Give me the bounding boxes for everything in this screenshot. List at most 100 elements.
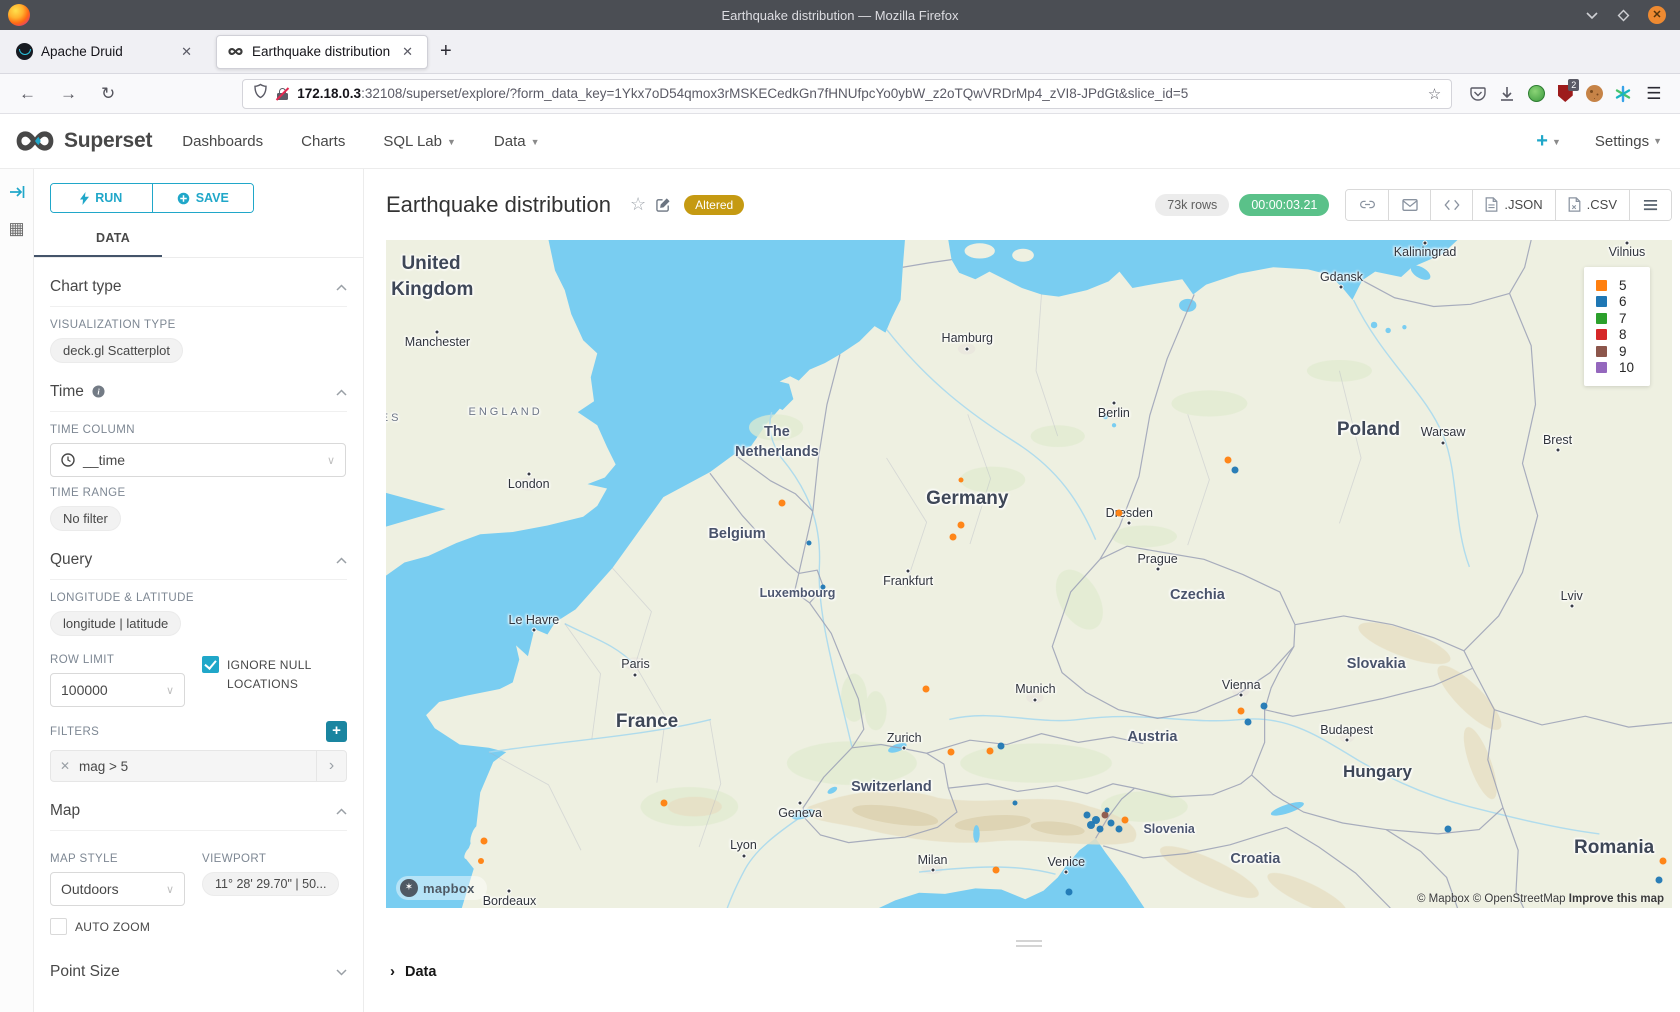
- lonlat-value[interactable]: longitude | latitude: [50, 611, 181, 636]
- viz-type-value[interactable]: deck.gl Scatterplot: [50, 338, 183, 363]
- reload-button[interactable]: ↻: [92, 84, 124, 104]
- expand-chevron-icon[interactable]: [336, 963, 347, 981]
- scatter-point-mag-5[interactable]: [957, 521, 964, 528]
- downloads-icon[interactable]: [1497, 84, 1517, 104]
- window-close-button[interactable]: ✕: [1648, 6, 1666, 24]
- time-column-select[interactable]: __time ∨: [50, 443, 346, 477]
- filter-expand-icon[interactable]: ›: [316, 751, 346, 781]
- map-style-select[interactable]: Outdoors ∨: [50, 872, 185, 906]
- tracking-shield-icon[interactable]: [253, 83, 268, 104]
- row-limit-select[interactable]: 100000 ∨: [50, 673, 185, 707]
- collapse-chevron-icon[interactable]: [336, 278, 347, 296]
- scatter-point-mag-6[interactable]: [997, 742, 1004, 749]
- nav-item-dashboards[interactable]: Dashboards: [182, 133, 263, 150]
- scatter-point-mag-6[interactable]: [1087, 821, 1095, 829]
- add-new-button[interactable]: +▼: [1536, 130, 1561, 153]
- nav-item-charts[interactable]: Charts: [301, 133, 345, 150]
- copy-link-button[interactable]: [1346, 190, 1388, 220]
- altered-badge[interactable]: Altered: [684, 195, 744, 215]
- scatter-point-mag-5[interactable]: [1238, 707, 1245, 714]
- adblock-extension-icon[interactable]: 2: [1555, 84, 1575, 104]
- run-button[interactable]: RUN: [51, 184, 153, 212]
- attribution-text[interactable]: © Mapbox © OpenStreetMap: [1417, 893, 1569, 905]
- map-attribution[interactable]: © Mapbox © OpenStreetMap Improve this ma…: [1417, 893, 1664, 905]
- scatter-point-mag-5[interactable]: [480, 838, 487, 845]
- embed-code-button[interactable]: [1430, 190, 1472, 220]
- window-minimize-button[interactable]: [1585, 11, 1599, 20]
- ignore-null-checkbox[interactable]: [202, 656, 219, 673]
- favorite-star-icon[interactable]: ☆: [630, 194, 646, 215]
- url-bar[interactable]: 172.18.0.3:32108/superset/explore/?form_…: [242, 79, 1452, 109]
- export-json-button[interactable]: .JSON: [1472, 190, 1554, 220]
- datasource-grid-icon[interactable]: ▦: [8, 220, 24, 237]
- scatter-point-mag-5[interactable]: [992, 866, 999, 873]
- scatter-point-mag-9[interactable]: [1101, 812, 1108, 819]
- remove-filter-icon[interactable]: ✕: [51, 759, 79, 773]
- scatter-point-mag-5[interactable]: [1116, 509, 1123, 516]
- edit-properties-icon[interactable]: [656, 197, 671, 212]
- filter-item[interactable]: ✕ mag > 5 ›: [50, 750, 347, 782]
- scatter-point-mag-5[interactable]: [947, 749, 954, 756]
- theme-extension-icon[interactable]: [1613, 84, 1633, 104]
- improve-map-link[interactable]: Improve this map: [1569, 893, 1664, 905]
- browser-menu-icon[interactable]: ☰: [1642, 84, 1665, 104]
- scatter-point-mag-6[interactable]: [1065, 888, 1072, 895]
- privacy-extension-icon[interactable]: [1526, 84, 1546, 104]
- scatter-point-mag-5[interactable]: [1122, 816, 1129, 823]
- scatter-point-mag-6[interactable]: [1445, 825, 1452, 832]
- collapse-chevron-icon[interactable]: [336, 802, 347, 820]
- window-maximize-button[interactable]: [1617, 9, 1630, 22]
- scatter-point-mag-5[interactable]: [478, 858, 484, 864]
- scatter-point-mag-5[interactable]: [987, 748, 994, 755]
- mapbox-logo[interactable]: mapbox: [396, 876, 487, 900]
- scatter-point-mag-5[interactable]: [660, 800, 667, 807]
- collapse-chevron-icon[interactable]: [336, 383, 347, 401]
- scatter-point-mag-6[interactable]: [1116, 825, 1123, 832]
- browser-tab-druid[interactable]: Apache Druid ✕: [6, 35, 206, 69]
- scatter-point-mag-6[interactable]: [821, 585, 826, 590]
- new-tab-button[interactable]: +: [428, 38, 464, 65]
- pocket-icon[interactable]: [1468, 84, 1488, 104]
- scatter-point-mag-6[interactable]: [1096, 825, 1103, 832]
- scatter-point-mag-6[interactable]: [1083, 812, 1090, 819]
- data-panel-toggle[interactable]: › Data: [386, 963, 1672, 980]
- back-button[interactable]: ←: [10, 84, 45, 104]
- scatter-point-mag-5[interactable]: [1659, 858, 1666, 865]
- save-button[interactable]: SAVE: [153, 184, 254, 212]
- scatter-point-mag-6[interactable]: [1231, 466, 1238, 473]
- insecure-lock-icon[interactable]: [276, 87, 289, 101]
- scatter-point-mag-5[interactable]: [923, 685, 930, 692]
- expand-datasource-panel-icon[interactable]: [9, 185, 25, 204]
- scatter-point-mag-6[interactable]: [1012, 801, 1017, 806]
- auto-zoom-checkbox[interactable]: [50, 918, 67, 935]
- scatter-point-mag-5[interactable]: [958, 477, 963, 482]
- settings-menu[interactable]: Settings▼: [1595, 133, 1662, 150]
- bookmark-star-icon[interactable]: ☆: [1428, 85, 1441, 103]
- scatter-point-mag-6[interactable]: [1105, 807, 1110, 812]
- share-email-button[interactable]: [1388, 190, 1430, 220]
- nav-item-data[interactable]: Data▼: [494, 133, 540, 150]
- cookie-extension-icon[interactable]: [1584, 84, 1604, 104]
- chart-menu-button[interactable]: [1629, 190, 1671, 220]
- scatter-point-mag-5[interactable]: [1225, 457, 1232, 464]
- forward-button[interactable]: →: [51, 84, 86, 104]
- scatter-point-mag-6[interactable]: [1656, 876, 1663, 883]
- add-filter-button[interactable]: +: [326, 721, 347, 742]
- scatter-point-mag-6[interactable]: [807, 541, 812, 546]
- scatter-point-mag-5[interactable]: [950, 533, 957, 540]
- browser-tab-earthquake[interactable]: Earthquake distribution ✕: [216, 35, 428, 69]
- nav-item-sql-lab[interactable]: SQL Lab▼: [383, 133, 456, 150]
- tab-data[interactable]: DATA: [50, 231, 130, 255]
- viewport-value[interactable]: 11° 28' 29.70" | 50...: [202, 872, 339, 896]
- time-range-value[interactable]: No filter: [50, 506, 121, 531]
- tab-close-icon[interactable]: ✕: [398, 42, 417, 62]
- superset-logo[interactable]: Superset: [14, 128, 152, 154]
- scatter-point-mag-5[interactable]: [779, 499, 786, 506]
- scatter-point-mag-6[interactable]: [1244, 718, 1251, 725]
- export-csv-button[interactable]: .CSV: [1555, 190, 1629, 220]
- tab-close-icon[interactable]: ✕: [177, 42, 196, 62]
- panel-resize-handle[interactable]: [1016, 940, 1042, 947]
- scatter-point-mag-6[interactable]: [1261, 702, 1268, 709]
- url-text[interactable]: 172.18.0.3:32108/superset/explore/?form_…: [297, 86, 1420, 101]
- collapse-chevron-icon[interactable]: [336, 551, 347, 569]
